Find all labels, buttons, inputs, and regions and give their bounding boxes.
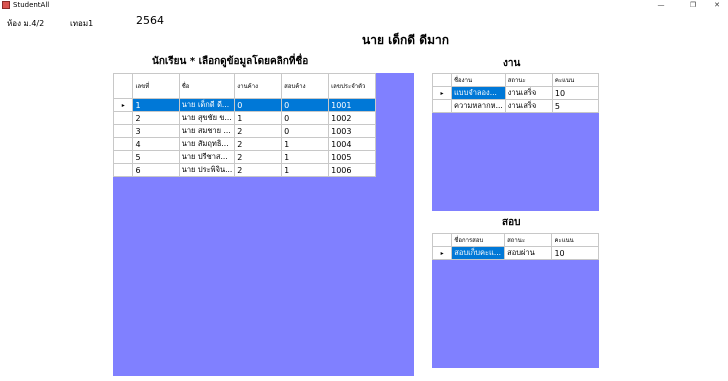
table-row[interactable]: 4 นาย สัมฤทธิ... 2 1 1004 xyxy=(112,137,376,151)
students-table[interactable]: เลขที่ ชื่อ งานค้าง สอบค้าง เลขประจำตัว … xyxy=(112,73,376,177)
cell-work-status[interactable]: งานเสร็จ xyxy=(504,99,553,113)
cell-pending-exam[interactable]: 0 xyxy=(281,111,330,125)
row-header[interactable] xyxy=(112,111,134,125)
cell-work-score[interactable]: 5 xyxy=(551,99,600,113)
row-header[interactable] xyxy=(432,99,452,113)
col-header-exam-score[interactable]: คะแนน xyxy=(551,233,599,247)
app-icon xyxy=(2,1,10,9)
room-label: ห้อง ม.4/2 xyxy=(7,19,45,28)
col-header-work-status[interactable]: สถานะ xyxy=(504,73,553,87)
cell-student-id[interactable]: 1005 xyxy=(328,150,376,164)
cell-number[interactable]: 5 xyxy=(132,150,180,164)
col-header-pending-work[interactable]: งานค้าง xyxy=(234,73,283,99)
table-row[interactable]: 3 นาย สมชาย ... 2 0 1003 xyxy=(112,124,376,138)
cell-student-id[interactable]: 1003 xyxy=(328,124,376,138)
term-label: เทอม1 xyxy=(70,19,94,28)
row-header[interactable] xyxy=(112,137,134,151)
cell-exam-score[interactable]: 10 xyxy=(551,246,599,260)
cell-pending-exam[interactable]: 1 xyxy=(281,137,330,151)
cell-number[interactable]: 2 xyxy=(132,111,180,125)
cell-student-id[interactable]: 1006 xyxy=(328,163,376,177)
table-row[interactable]: ▸ แบบจำลอง... งานเสร็จ 10 xyxy=(432,86,600,100)
row-header-corner xyxy=(432,73,452,87)
cell-work-name[interactable]: ความหลากห... xyxy=(450,99,506,113)
row-header[interactable] xyxy=(112,163,134,177)
table-row[interactable]: ▸ 1 นาย เด็กดี ดี... 0 0 1001 xyxy=(112,98,376,112)
minimize-button[interactable]: — xyxy=(650,0,672,11)
year-label: 2564 xyxy=(136,14,164,27)
exams-table[interactable]: ชื่อการสอบ สถานะ คะแนน ▸ สอบเก็บคะแ... ส… xyxy=(431,233,599,260)
row-header[interactable] xyxy=(112,124,134,138)
col-header-name[interactable]: ชื่อ xyxy=(178,73,236,99)
cell-pending-work[interactable]: 2 xyxy=(234,124,283,138)
cell-exam-status[interactable]: สอบผ่าน xyxy=(504,246,553,260)
cell-student-id[interactable]: 1004 xyxy=(328,137,376,151)
students-section-title: นักเรียน * เลือกดูข้อมูลโดยคลิกที่ชื่อ xyxy=(152,56,309,67)
cell-name[interactable]: นาย เด็กดี ดี... xyxy=(178,98,236,112)
row-header-corner xyxy=(431,233,453,247)
cell-work-status[interactable]: งานเสร็จ xyxy=(504,86,553,100)
cell-name[interactable]: นาย ประพิจิน... xyxy=(178,163,236,177)
row-indicator-icon: ▸ xyxy=(431,246,453,260)
cell-student-id[interactable]: 1001 xyxy=(328,98,376,112)
cell-work-name[interactable]: แบบจำลอง... xyxy=(450,86,506,100)
cell-exam-name[interactable]: สอบเก็บคะแ... xyxy=(451,246,506,260)
cell-number[interactable]: 1 xyxy=(132,98,180,112)
cell-pending-work[interactable]: 2 xyxy=(234,163,283,177)
cell-pending-exam[interactable]: 1 xyxy=(281,163,330,177)
selected-student-name: นาย เด็กดี ดีมาก xyxy=(362,33,449,47)
cell-pending-work[interactable]: 2 xyxy=(234,137,283,151)
cell-name[interactable]: นาย สัมฤทธิ... xyxy=(178,137,236,151)
col-header-student-id[interactable]: เลขประจำตัว xyxy=(328,73,376,99)
cell-name[interactable]: นาย ปรีชาส... xyxy=(178,150,236,164)
table-row[interactable]: ความหลากห... งานเสร็จ 5 xyxy=(432,99,600,113)
close-button[interactable]: ✕ xyxy=(706,0,728,11)
restore-button[interactable]: ❐ xyxy=(682,0,704,11)
table-row[interactable]: 2 นาย สุขชัย ข... 1 0 1002 xyxy=(112,111,376,125)
cell-number[interactable]: 6 xyxy=(132,163,180,177)
exams-section-title: สอบ xyxy=(502,217,521,228)
col-header-work-score[interactable]: คะแนน xyxy=(551,73,600,87)
col-header-number[interactable]: เลขที่ xyxy=(132,73,180,99)
col-header-exam-status[interactable]: สถานะ xyxy=(504,233,553,247)
cell-pending-exam[interactable]: 0 xyxy=(281,124,330,138)
title-bar: StudentAll — ❐ ✕ xyxy=(0,0,728,11)
row-header[interactable] xyxy=(112,150,134,164)
works-table[interactable]: ชื่องาน สถานะ คะแนน ▸ แบบจำลอง... งานเสร… xyxy=(432,73,600,113)
cell-pending-work[interactable]: 1 xyxy=(234,111,283,125)
col-header-pending-exam[interactable]: สอบค้าง xyxy=(281,73,330,99)
cell-pending-work[interactable]: 0 xyxy=(234,98,283,112)
cell-name[interactable]: นาย สุขชัย ข... xyxy=(178,111,236,125)
col-header-work-name[interactable]: ชื่องาน xyxy=(450,73,506,87)
works-section-title: งาน xyxy=(503,58,521,69)
cell-pending-exam[interactable]: 0 xyxy=(281,98,330,112)
table-row[interactable]: 5 นาย ปรีชาส... 2 1 1005 xyxy=(112,150,376,164)
col-header-exam-name[interactable]: ชื่อการสอบ xyxy=(451,233,506,247)
table-row[interactable]: 6 นาย ประพิจิน... 2 1 1006 xyxy=(112,163,376,177)
row-indicator-icon: ▸ xyxy=(432,86,452,100)
row-header-corner xyxy=(112,73,134,99)
table-row[interactable]: ▸ สอบเก็บคะแ... สอบผ่าน 10 xyxy=(431,246,599,260)
cell-student-id[interactable]: 1002 xyxy=(328,111,376,125)
cell-name[interactable]: นาย สมชาย ... xyxy=(178,124,236,138)
cell-pending-exam[interactable]: 1 xyxy=(281,150,330,164)
cell-number[interactable]: 4 xyxy=(132,137,180,151)
cell-number[interactable]: 3 xyxy=(132,124,180,138)
cell-pending-work[interactable]: 2 xyxy=(234,150,283,164)
row-indicator-icon: ▸ xyxy=(112,98,134,112)
cell-work-score[interactable]: 10 xyxy=(551,86,600,100)
window-title: StudentAll xyxy=(13,1,50,9)
